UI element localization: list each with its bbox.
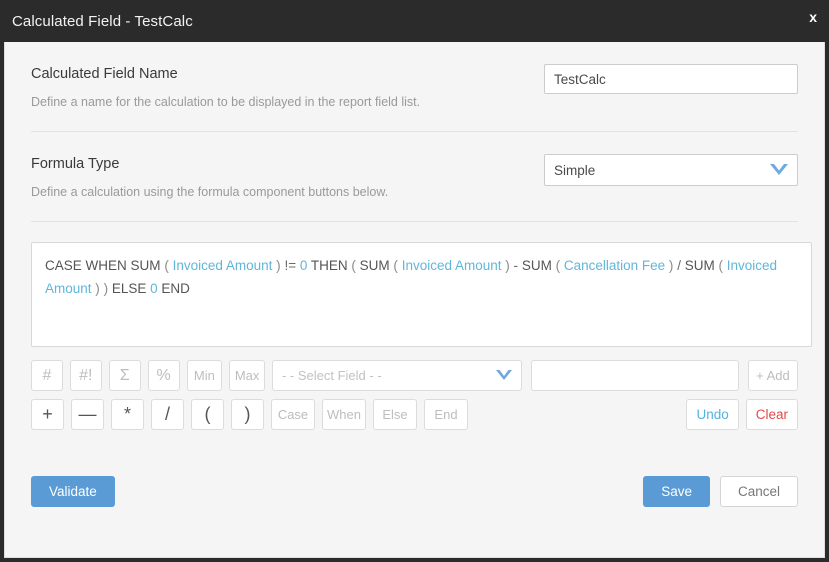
undo-button[interactable]: Undo: [686, 399, 739, 430]
when-button[interactable]: When: [322, 399, 366, 430]
max-button[interactable]: Max: [229, 360, 265, 391]
min-button[interactable]: Min: [186, 360, 223, 391]
formula-token: (: [555, 258, 561, 273]
calculated-field-dialog: Calculated Field - TestCalc x Calculated…: [0, 0, 829, 562]
minus-button[interactable]: —: [71, 399, 104, 430]
percent-button[interactable]: %: [147, 360, 180, 391]
formula-token: SUM: [359, 258, 390, 273]
formula-type-select-wrap: Simple: [544, 154, 798, 186]
formula-type-help-text: Define a calculation using the formula c…: [31, 185, 389, 199]
formula-type-select[interactable]: Simple: [544, 154, 798, 186]
save-button[interactable]: Save: [643, 476, 710, 507]
formula-token: (: [351, 258, 356, 273]
dialog-titlebar: Calculated Field - TestCalc x: [0, 0, 829, 42]
number-button[interactable]: #: [31, 360, 63, 391]
formula-token: Invoiced Amount: [401, 258, 502, 273]
formula-token: Cancellation Fee: [563, 258, 666, 273]
clear-button[interactable]: Clear: [745, 399, 798, 430]
cancel-button[interactable]: Cancel: [719, 476, 798, 507]
formula-type-label: Formula Type: [31, 156, 120, 172]
else-button[interactable]: Else: [373, 399, 417, 430]
constant-value-input[interactable]: [530, 360, 739, 391]
formula-token: !=: [284, 258, 297, 273]
number-not-button[interactable]: #!: [69, 360, 102, 391]
case-button[interactable]: Case: [271, 399, 315, 430]
calculated-field-name-input[interactable]: [544, 64, 798, 94]
formula-token: (: [164, 258, 169, 273]
field-name-help-text: Define a name for the calculation to be …: [31, 95, 421, 109]
sum-sigma-button[interactable]: Σ: [108, 360, 141, 391]
formula-token: -: [513, 258, 519, 273]
dialog-body: Calculated Field Name Define a name for …: [4, 42, 825, 558]
section-divider-2: [31, 221, 798, 222]
formula-token: ): [668, 258, 674, 273]
dialog-title: Calculated Field - TestCalc: [12, 12, 193, 30]
formula-token: WHEN: [85, 258, 127, 273]
plus-button[interactable]: +: [31, 399, 64, 430]
formula-type-selected-value: Simple: [554, 162, 596, 178]
field-name-labels: Calculated Field Name Define a name for …: [31, 64, 544, 110]
field-name-row: Calculated Field Name Define a name for …: [31, 42, 798, 110]
field-select[interactable]: - - Select Field - -: [271, 360, 522, 391]
field-select-wrap: - - Select Field - -: [271, 360, 522, 391]
formula-token: (: [718, 258, 723, 273]
formula-token: Invoiced Amount: [172, 258, 273, 273]
close-paren-button[interactable]: ): [231, 399, 264, 430]
multiply-button[interactable]: *: [111, 399, 144, 430]
formula-token: ): [95, 281, 100, 296]
formula-token: 0: [299, 258, 308, 273]
formula-token: THEN: [310, 258, 348, 273]
formula-toolbar-row-1: # #! Σ% Min Max - - Select Field - - + Add: [31, 360, 799, 391]
close-icon[interactable]: x: [809, 9, 817, 25]
formula-token: ): [276, 258, 281, 273]
formula-token: SUM: [130, 258, 161, 273]
formula-type-row: Formula Type Define a calculation using …: [31, 132, 798, 200]
open-paren-button[interactable]: (: [191, 399, 224, 430]
end-button[interactable]: End: [424, 399, 468, 430]
field-select-placeholder: - - Select Field - -: [281, 368, 382, 383]
field-name-label: Calculated Field Name: [31, 66, 178, 82]
formula-toolbar-row-2: + — * /() Case When Else End Undo Clear: [31, 399, 798, 430]
divide-button[interactable]: /: [151, 399, 184, 430]
formula-token: 0: [150, 281, 158, 296]
formula-token: SUM: [521, 258, 552, 273]
dialog-footer: Validate Save Cancel: [31, 476, 798, 507]
formula-editor[interactable]: CASE WHEN SUM ( Invoiced Amount ) != 0 T…: [31, 242, 812, 347]
formula-token: SUM: [684, 258, 715, 273]
formula-token: ): [103, 281, 109, 296]
formula-token: ELSE: [111, 281, 147, 296]
formula-token: END: [161, 281, 190, 296]
field-name-input-wrap: [544, 64, 798, 94]
formula-token: /: [677, 258, 681, 273]
formula-token: CASE: [45, 258, 82, 273]
formula-type-labels: Formula Type Define a calculation using …: [31, 154, 544, 200]
formula-token: (: [393, 258, 398, 273]
validate-button[interactable]: Validate: [31, 476, 115, 507]
add-button[interactable]: + Add: [747, 360, 799, 391]
formula-token: ): [505, 258, 510, 273]
